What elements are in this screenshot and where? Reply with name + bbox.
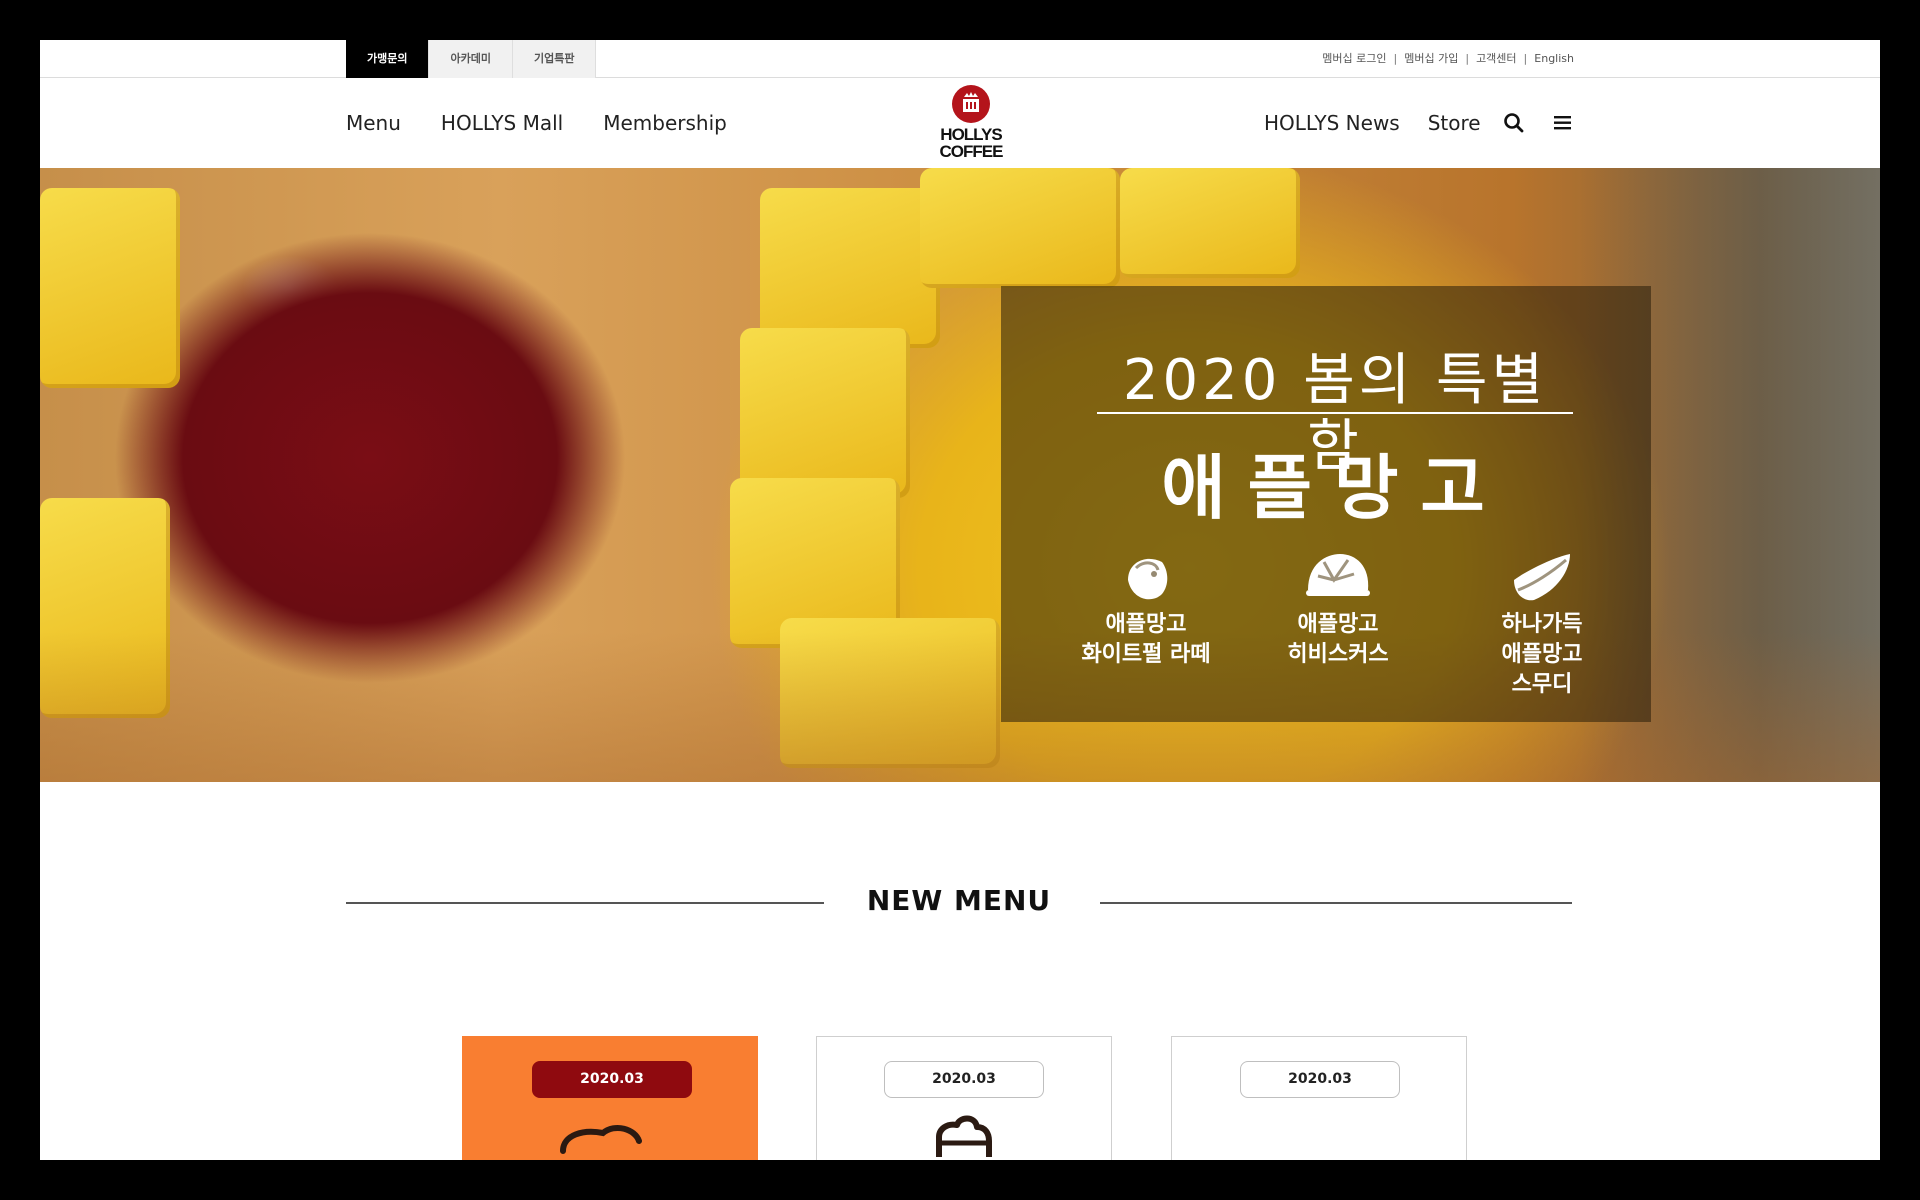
mango-cube bbox=[920, 168, 1120, 288]
pearl-latte-icon bbox=[1128, 558, 1168, 600]
nav-hollys-news[interactable]: HOLLYS News bbox=[1264, 111, 1400, 135]
hollys-coffee-logo[interactable]: HOLLYS COFFEE bbox=[928, 85, 1014, 165]
customer-center-link[interactable]: 고객센터 bbox=[1476, 40, 1516, 78]
membership-join-link[interactable]: 멤버십 가입 bbox=[1404, 40, 1458, 78]
menu-card[interactable] bbox=[816, 1036, 1112, 1160]
hero-banner[interactable]: 2020 봄의 특별함 애플망고 애플망고 화이트펄 라떼 애플망고 히비스커스… bbox=[40, 168, 1880, 782]
menu-date-badge: 2020.03 bbox=[532, 1061, 692, 1098]
logo-emblem-icon bbox=[952, 85, 990, 123]
hibiscus-icon bbox=[1306, 554, 1370, 596]
nav-store[interactable]: Store bbox=[1428, 111, 1481, 135]
menu-date-badge: 2020.03 bbox=[884, 1061, 1044, 1098]
promo-overlay: 2020 봄의 특별함 애플망고 애플망고 화이트펄 라떼 애플망고 히비스커스… bbox=[1001, 286, 1651, 722]
logo-line-2: COFFEE bbox=[939, 142, 1004, 161]
logo-line-1: HOLLYS bbox=[940, 125, 1002, 144]
promo-item[interactable]: 애플망고 화이트펄 라떼 bbox=[1061, 550, 1231, 670]
mango-cube bbox=[760, 188, 940, 348]
separator: | bbox=[1465, 52, 1470, 65]
tab-franchise-inquiry[interactable]: 가맹문의 bbox=[346, 40, 430, 78]
promo-item[interactable]: 하나가득 애플망고 스무디 bbox=[1457, 550, 1627, 700]
menu-card[interactable] bbox=[462, 1036, 758, 1160]
nav-hollys-mall[interactable]: HOLLYS Mall bbox=[441, 111, 563, 135]
mango-cube bbox=[1120, 168, 1300, 278]
nav-left: Menu HOLLYS Mall Membership bbox=[346, 78, 767, 168]
search-icon[interactable] bbox=[1498, 107, 1530, 139]
tab-academy[interactable]: 아카데미 bbox=[429, 40, 513, 78]
nav-right: HOLLYS News Store bbox=[1264, 78, 1509, 168]
promo-item[interactable]: 애플망고 히비스커스 bbox=[1253, 550, 1423, 670]
menu-date-badge: 2020.03 bbox=[1240, 1061, 1400, 1098]
new-menu-header: NEW MENU bbox=[346, 884, 1572, 920]
device-frame: 가맹문의 아카데미 기업특판 멤버십 로그인 | 멤버십 가입 | 고객센터 |… bbox=[0, 0, 1920, 1200]
promo-subtitle: 2020 봄의 특별함 bbox=[1097, 348, 1573, 479]
utility-links: 멤버십 로그인 | 멤버십 가입 | 고객센터 | English bbox=[1322, 40, 1574, 78]
separator: | bbox=[1523, 52, 1528, 65]
mango-cube bbox=[40, 188, 180, 388]
section-title: NEW MENU bbox=[866, 884, 1052, 917]
english-link[interactable]: English bbox=[1534, 40, 1574, 78]
nav-membership[interactable]: Membership bbox=[603, 111, 727, 135]
promo-item-label: 애플망고 화이트펄 라떼 bbox=[1081, 612, 1211, 667]
promo-item-label: 애플망고 히비스커스 bbox=[1287, 612, 1389, 667]
utility-tabs: 가맹문의 아카데미 기업특판 bbox=[346, 40, 597, 78]
promo-item-label: 하나가득 애플망고 스무디 bbox=[1501, 612, 1583, 697]
nav-menu[interactable]: Menu bbox=[346, 111, 401, 135]
tab-corporate-sales[interactable]: 기업특판 bbox=[512, 40, 597, 78]
logo-text: HOLLYS COFFEE bbox=[939, 125, 1004, 161]
mango-slice-icon bbox=[1514, 554, 1570, 601]
separator: | bbox=[1393, 52, 1398, 65]
membership-login-link[interactable]: 멤버십 로그인 bbox=[1322, 40, 1386, 78]
utility-bar: 가맹문의 아카데미 기업특판 멤버십 로그인 | 멤버십 가입 | 고객센터 |… bbox=[40, 40, 1880, 78]
browser-viewport: 가맹문의 아카데미 기업특판 멤버십 로그인 | 멤버십 가입 | 고객센터 |… bbox=[40, 40, 1880, 1160]
menu-card[interactable] bbox=[1171, 1036, 1467, 1160]
promo-items: 애플망고 화이트펄 라떼 애플망고 히비스커스 하나가득 애플망고 스무디 bbox=[1061, 550, 1621, 710]
hamburger-menu-icon[interactable] bbox=[1546, 107, 1578, 139]
mango-cube bbox=[740, 328, 910, 498]
promo-title: 애플망고 bbox=[1161, 447, 1507, 529]
